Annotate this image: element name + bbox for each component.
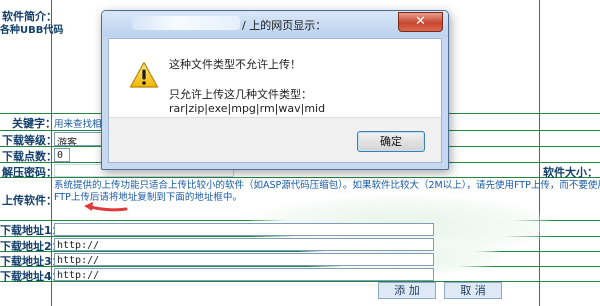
- level-select[interactable]: 游客: [54, 132, 102, 146]
- alert-dialog: / 上的网页显示： ✕ 这种文件类型不允许上传！ 只允许上传这几种文件类型：ra…: [101, 10, 449, 170]
- cancel-button[interactable]: 取 消: [444, 282, 502, 299]
- dialog-footer: 确定: [109, 117, 441, 162]
- warning-icon: [129, 61, 159, 88]
- close-icon[interactable]: ✕: [398, 12, 443, 32]
- points-input[interactable]: 0: [54, 148, 70, 162]
- blurred-title-host: [132, 16, 240, 30]
- label-level: 下载等级：: [2, 134, 57, 147]
- dialog-body: 这种文件类型不允许上传！ 只允许上传这几种文件类型：rar|zip|exe|mp…: [108, 38, 442, 163]
- download-address-3[interactable]: http://: [54, 253, 434, 266]
- grid-line: [0, 281, 600, 282]
- download-address-2[interactable]: http://: [54, 238, 434, 251]
- ok-button[interactable]: 确定: [357, 131, 425, 152]
- dialog-titlebar[interactable]: / 上的网页显示： ✕: [102, 11, 448, 37]
- download-address-4[interactable]: http://: [54, 268, 434, 281]
- add-button[interactable]: 添 加: [378, 282, 436, 299]
- grid-line: [0, 266, 600, 267]
- label-unzip-password: 解压密码：: [2, 166, 57, 179]
- grid-line: [539, 0, 540, 306]
- allowed-types-message: 只允许上传这几种文件类型：rar|zip|exe|mpg|rm|wav|mid: [169, 88, 326, 115]
- grid-line: [0, 177, 600, 178]
- label-size: 软件大小：: [543, 166, 598, 179]
- alert-message: 这种文件类型不允许上传！: [169, 58, 301, 71]
- label-keywords: 关键字：: [12, 117, 56, 130]
- label-points: 下载点数：: [2, 150, 57, 163]
- keywords-hint: 用来查找相: [54, 119, 102, 130]
- download-address-1[interactable]: [54, 223, 434, 236]
- label-upload: 上传软件：: [2, 194, 57, 207]
- label-intro-sub: 各种UBB代码: [0, 25, 64, 36]
- red-arrow-icon: [84, 202, 128, 212]
- dialog-title: / 上的网页显示：: [242, 19, 327, 32]
